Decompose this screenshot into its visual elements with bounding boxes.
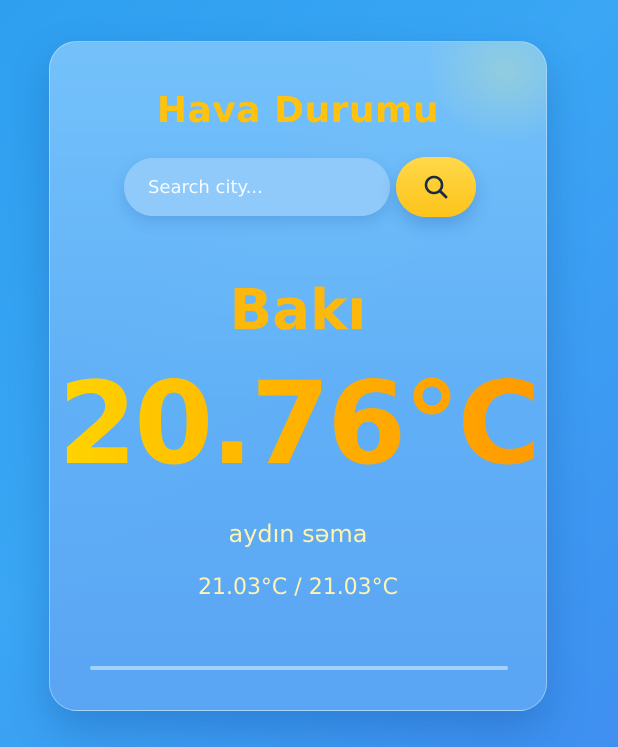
current-temperature: 20.76°C [50,364,546,484]
min-max-temperature: 21.03°C / 21.03°C [197,575,399,600]
search-button[interactable] [396,157,476,217]
app-title: Hava Durumu [156,90,440,131]
search-input[interactable] [124,158,390,216]
city-name: Bakı [229,278,367,343]
divider [90,666,508,670]
search-icon [424,175,448,199]
weather-card: Hava Durumu Bakı 20.76°C aydın səma 21.0… [49,41,547,711]
search-bar [124,157,476,219]
weather-condition: aydın səma [228,520,368,548]
